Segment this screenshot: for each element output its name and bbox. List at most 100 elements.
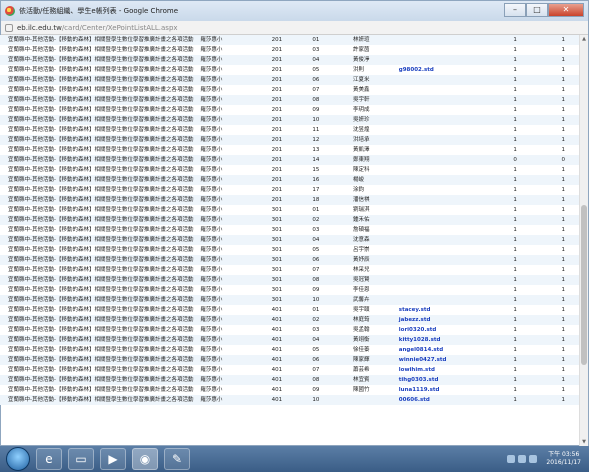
cell-seat: 16 xyxy=(310,175,352,185)
cell-a: 1 xyxy=(457,325,519,335)
cell-a: 1 xyxy=(457,365,519,375)
cell-stu: 許家茵 xyxy=(351,45,397,55)
cell-b: 1 xyxy=(518,215,579,225)
volume-icon[interactable] xyxy=(529,455,538,463)
cell-name: 宜蘭縣中-其他活動-【移動的森林】相關暨學生數位學習推廣計畫之各項活動 xyxy=(0,295,199,305)
page-info-icon[interactable] xyxy=(5,23,13,32)
cell-class: 201 xyxy=(269,45,311,55)
cell-seat: 06 xyxy=(310,75,352,85)
cell-stu: 李玥成 xyxy=(351,105,397,115)
cell-name: 宜蘭縣中-其他活動-【移動的森林】相關暨學生數位學習推廣計畫之各項活動 xyxy=(0,205,199,215)
media-taskbar-icon[interactable]: ▶ xyxy=(100,448,126,470)
cell-a: 1 xyxy=(457,235,519,245)
clock[interactable]: 下午 03:56 2016/11/17 xyxy=(546,451,581,467)
paint-taskbar-icon[interactable]: ✎ xyxy=(164,448,190,470)
explorer-taskbar-icon[interactable]: ▭ xyxy=(68,448,94,470)
cell-a: 1 xyxy=(457,245,519,255)
cell-b: 1 xyxy=(518,115,579,125)
cell-b: 1 xyxy=(518,45,579,55)
cell-stu: 涂鈞 xyxy=(351,185,397,195)
chrome-taskbar-icon[interactable]: ◉ xyxy=(132,448,158,470)
title-bar[interactable]: 依活動/任務組織、學生e帳列表 - Google Chrome – □ ✕ xyxy=(1,1,588,21)
table-row: 宜蘭縣中-其他活動-【移動的森林】相關暨學生數位學習推廣計畫之各項活動 羅莎惠小 2… xyxy=(0,185,579,195)
cell-a: 1 xyxy=(457,105,519,115)
cell-b: 1 xyxy=(518,385,579,395)
points-table: 宜蘭縣中-其他活動-【移動的森林】相關暨學生數位學習推廣計畫之各項活動 羅莎惠小 2… xyxy=(0,35,579,405)
table-row: 宜蘭縣中-其他活動-【移動的森林】相關暨學生數位學習推廣計畫之各項活動 羅莎惠小 3… xyxy=(0,225,579,235)
cell-room: 羅莎惠小 xyxy=(198,95,270,105)
cell-class: 301 xyxy=(269,225,311,235)
address-bar[interactable]: eb.ilc.edu.tw/card/Center/XePointListALL… xyxy=(1,21,588,35)
cell-class: 201 xyxy=(269,75,311,85)
cell-b: 1 xyxy=(518,75,579,85)
cell-a: 1 xyxy=(457,55,519,65)
cell-room: 羅莎惠小 xyxy=(198,385,270,395)
cell-class: 301 xyxy=(269,235,311,245)
cell-a: 1 xyxy=(457,305,519,315)
cell-acct: 00606.std xyxy=(396,395,458,405)
table-row: 宜蘭縣中-其他活動-【移動的森林】相關暨學生數位學習推廣計畫之各項活動 羅莎惠小 2… xyxy=(0,115,579,125)
cell-name: 宜蘭縣中-其他活動-【移動的森林】相關暨學生數位學習推廣計畫之各項活動 xyxy=(0,255,199,265)
cell-seat: 01 xyxy=(310,305,352,315)
maximize-button[interactable]: □ xyxy=(526,3,548,17)
cell-name: 宜蘭縣中-其他活動-【移動的森林】相關暨學生數位學習推廣計畫之各項活動 xyxy=(0,185,199,195)
ie-taskbar-icon[interactable]: e xyxy=(36,448,62,470)
cell-b: 1 xyxy=(518,95,579,105)
cell-class: 301 xyxy=(269,255,311,265)
cell-seat: 13 xyxy=(310,145,352,155)
cell-class: 401 xyxy=(269,335,311,345)
cell-room: 羅莎惠小 xyxy=(198,155,270,165)
cell-stu: 黃俊凈 xyxy=(351,55,397,65)
scroll-down-icon[interactable]: ▼ xyxy=(581,439,587,445)
url-text[interactable]: eb.ilc.edu.tw/card/Center/XePointListALL… xyxy=(17,24,178,32)
start-button[interactable] xyxy=(6,447,30,471)
cell-a: 1 xyxy=(457,295,519,305)
cell-name: 宜蘭縣中-其他活動-【移動的森林】相關暨學生數位學習推廣計畫之各項活動 xyxy=(0,95,199,105)
cell-room: 羅莎惠小 xyxy=(198,205,270,215)
cell-room: 羅莎惠小 xyxy=(198,105,270,115)
scroll-thumb[interactable] xyxy=(581,205,587,365)
close-button[interactable]: ✕ xyxy=(548,3,584,17)
cell-room: 羅莎惠小 xyxy=(198,315,270,325)
cell-a: 1 xyxy=(457,195,519,205)
cell-acct: jabezz.std xyxy=(396,315,458,325)
help-icon[interactable] xyxy=(507,455,516,463)
cell-class: 201 xyxy=(269,195,311,205)
cell-stu: 武馨卉 xyxy=(351,295,397,305)
cell-room: 羅莎惠小 xyxy=(198,215,270,225)
cell-a: 1 xyxy=(457,275,519,285)
cell-seat: 03 xyxy=(310,45,352,55)
cell-stu: 李佳恩 xyxy=(351,285,397,295)
table-row: 宜蘭縣中-其他活動-【移動的森林】相關暨學生數位學習推廣計畫之各項活動 羅莎惠小 4… xyxy=(0,345,579,355)
cell-b: 1 xyxy=(518,35,579,45)
cell-class: 201 xyxy=(269,115,311,125)
chrome-icon xyxy=(5,6,15,16)
cell-name: 宜蘭縣中-其他活動-【移動的森林】相關暨學生數位學習推廣計畫之各項活動 xyxy=(0,365,199,375)
cell-room: 羅莎惠小 xyxy=(198,185,270,195)
table-row: 宜蘭縣中-其他活動-【移動的森林】相關暨學生數位學習推廣計畫之各項活動 羅莎惠小 2… xyxy=(0,105,579,115)
vertical-scrollbar[interactable]: ▲ ▼ xyxy=(579,35,588,446)
scroll-up-icon[interactable]: ▲ xyxy=(581,36,587,42)
minimize-button[interactable]: – xyxy=(504,3,526,17)
cell-stu: 蕭芸希 xyxy=(351,365,397,375)
cell-class: 201 xyxy=(269,165,311,175)
network-icon[interactable] xyxy=(518,455,527,463)
cell-b: 1 xyxy=(518,315,579,325)
cell-seat: 08 xyxy=(310,275,352,285)
cell-acct xyxy=(396,225,458,235)
table-row: 宜蘭縣中-其他活動-【移動的森林】相關暨學生數位學習推廣計畫之各項活動 羅莎惠小 3… xyxy=(0,235,579,245)
table-row: 宜蘭縣中-其他活動-【移動的森林】相關暨學生數位學習推廣計畫之各項活動 羅莎惠小 4… xyxy=(0,375,579,385)
cell-class: 201 xyxy=(269,95,311,105)
cell-a: 1 xyxy=(457,35,519,45)
cell-seat: 06 xyxy=(310,355,352,365)
cell-stu: 林庭筠 xyxy=(351,315,397,325)
table-row: 宜蘭縣中-其他活動-【移動的森林】相關暨學生數位學習推廣計畫之各項活動 羅莎惠小 4… xyxy=(0,385,579,395)
cell-b: 1 xyxy=(518,325,579,335)
cell-b: 1 xyxy=(518,275,579,285)
cell-class: 201 xyxy=(269,65,311,75)
table-row: 宜蘭縣中-其他活動-【移動的森林】相關暨學生數位學習推廣計畫之各項活動 羅莎惠小 4… xyxy=(0,315,579,325)
cell-acct xyxy=(396,245,458,255)
cell-a: 1 xyxy=(457,225,519,235)
cell-name: 宜蘭縣中-其他活動-【移動的森林】相關暨學生數位學習推廣計畫之各項活動 xyxy=(0,225,199,235)
cell-b: 1 xyxy=(518,295,579,305)
